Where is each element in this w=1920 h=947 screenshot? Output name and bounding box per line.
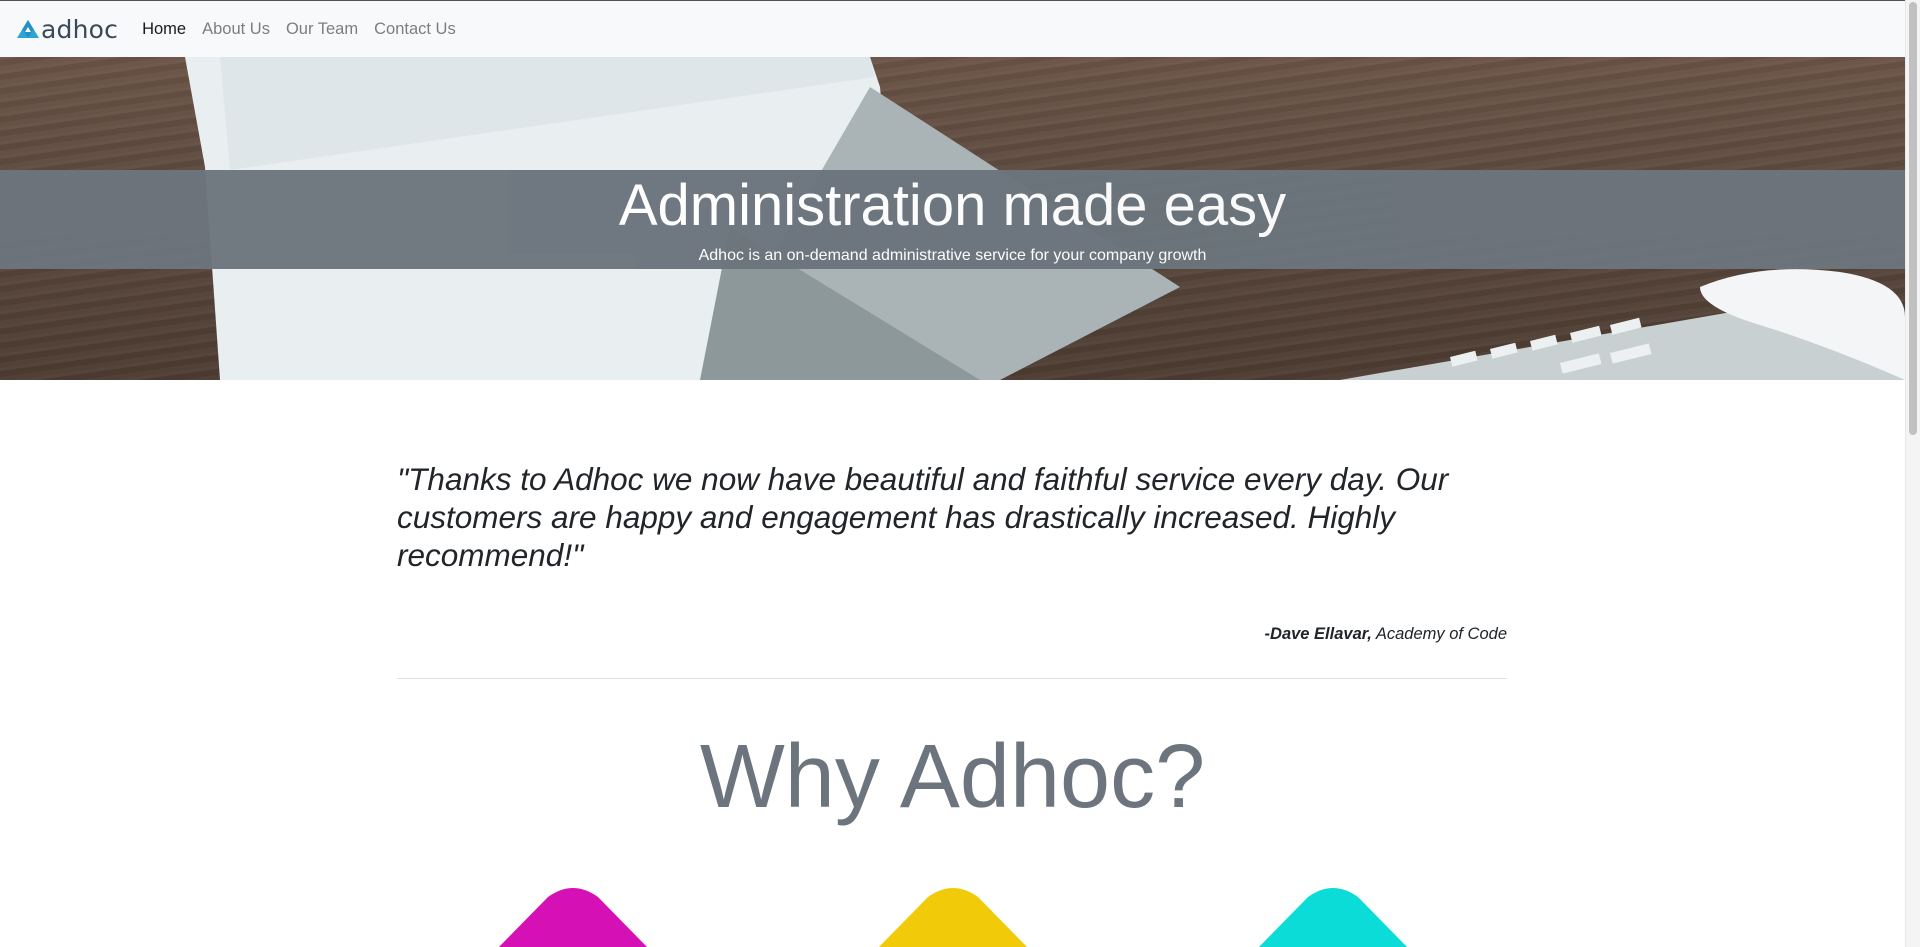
cyan-shape-icon <box>1258 888 1408 947</box>
yellow-shape-icon <box>878 888 1028 947</box>
nav-item-home[interactable]: Home <box>134 1 194 57</box>
testimonial-company: Academy of Code <box>1375 625 1507 643</box>
vertical-scrollbar[interactable] <box>1905 0 1920 947</box>
brand-name: adhoc <box>41 14 119 44</box>
why-heading: Why Adhoc? <box>699 727 1206 827</box>
nav-item-our-team[interactable]: Our Team <box>278 1 366 57</box>
hero-title: Administration made easy <box>618 173 1287 238</box>
brand-link[interactable]: adhoc <box>16 15 118 44</box>
page: adhoc Home About Us Our Team Contact Us <box>0 0 1905 947</box>
testimonial-attribution: -Dave Ellavar, Academy of Code <box>397 625 1507 644</box>
magenta-shape-icon <box>498 888 648 947</box>
nav-item-about-us[interactable]: About Us <box>194 1 278 57</box>
hero-subtitle: Adhoc is an on-demand administrative ser… <box>698 247 1207 264</box>
navbar: adhoc Home About Us Our Team Contact Us <box>0 1 1905 57</box>
hero-banner: Administration made easy Adhoc is an on-… <box>0 57 1905 380</box>
section-divider <box>397 678 1507 679</box>
testimonial-quote: "Thanks to Adhoc we now have beautiful a… <box>397 461 1449 573</box>
scrollbar-thumb[interactable] <box>1909 2 1917 435</box>
triangle-logo-icon <box>17 20 39 38</box>
hero-caption-band: Administration made easy Adhoc is an on-… <box>0 170 1905 269</box>
nav-item-contact-us[interactable]: Contact Us <box>366 1 464 57</box>
main-nav: Home About Us Our Team Contact Us <box>134 1 464 57</box>
testimonial-author: -Dave Ellavar, <box>1264 625 1372 643</box>
